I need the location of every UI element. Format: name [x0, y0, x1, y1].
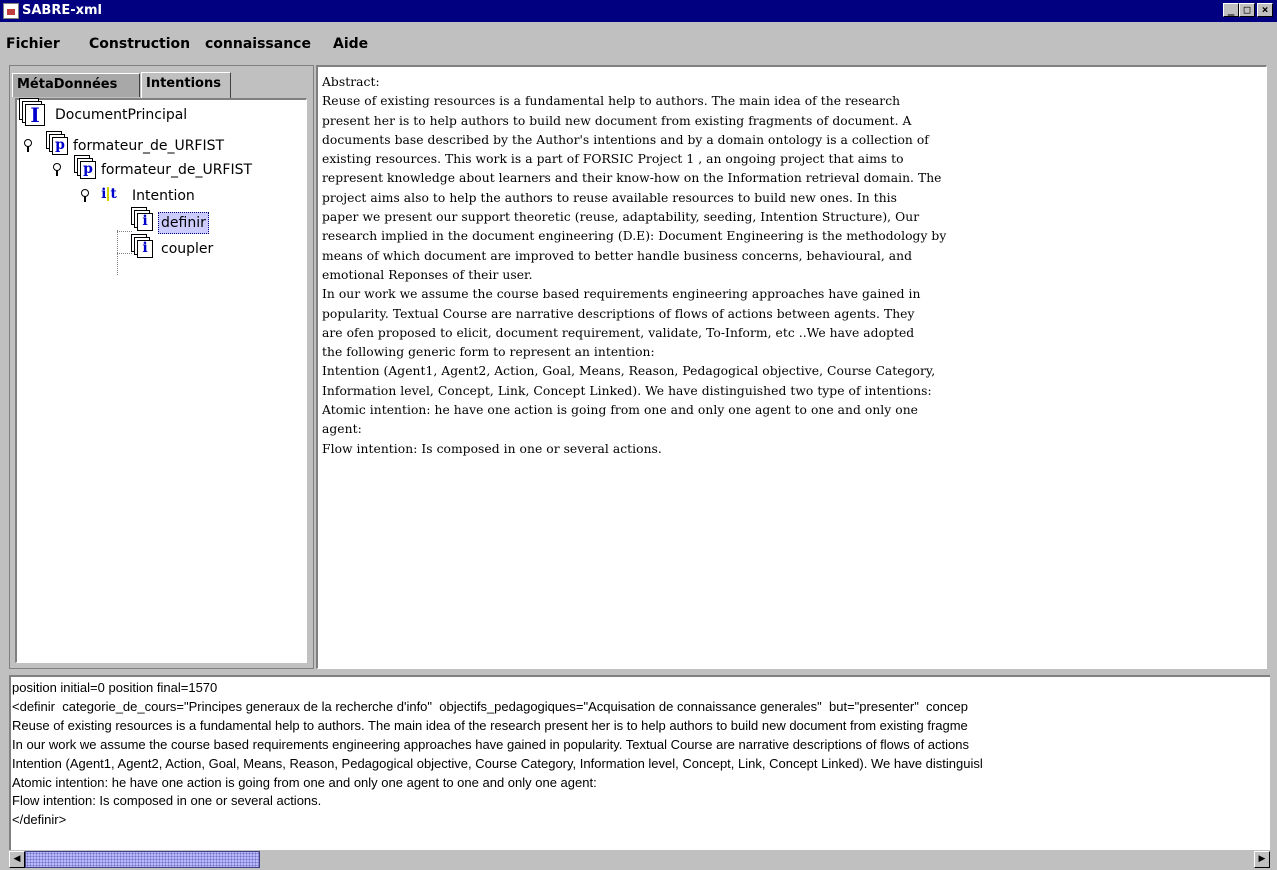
abstract-line: means of which document are improved to …	[322, 248, 913, 263]
tree-node-intention[interactable]: it Intention	[17, 185, 307, 207]
document-icon: I	[25, 104, 45, 126]
scroll-right-icon[interactable]: ▶	[1254, 851, 1270, 868]
horizontal-scrollbar[interactable]: ◀ ▶	[9, 851, 1270, 868]
tab-intentions[interactable]: Intentions	[141, 72, 231, 98]
tree-node-label: Intention	[132, 188, 195, 204]
tree-node-label-selected: definir	[158, 212, 209, 234]
tree-node-definir[interactable]: i definir	[17, 211, 307, 234]
minimize-button[interactable]: _	[1223, 3, 1239, 17]
xml-line: Intention (Agent1, Agent2, Action, Goal,…	[12, 755, 983, 771]
abstract-text-area[interactable]: Abstract: Reuse of existing resources is …	[316, 65, 1267, 669]
scroll-thumb[interactable]	[25, 851, 260, 868]
xml-line: Atomic intention: he have one action is …	[12, 774, 597, 790]
tab-metadonnees[interactable]: MétaDonnées	[12, 73, 140, 97]
abstract-line: agent:	[322, 422, 362, 437]
menu-bar: Fichier Construction connaissance Aide	[0, 22, 1277, 62]
left-panel: MétaDonnées Intentions I DocumentPrincip…	[9, 65, 314, 669]
title-bar: SABRE-xml _ □ ×	[0, 0, 1277, 22]
intentions-tree: I DocumentPrincipal p formateur_de_URFIS…	[15, 98, 307, 663]
tree-node-formateur-1[interactable]: p formateur_de_URFIST	[17, 135, 307, 157]
tree-node-label: formateur_de_URFIST	[101, 162, 253, 178]
abstract-line: existing resources. This work is a part …	[322, 152, 904, 167]
xml-line: position initial=0 position final=1570	[12, 680, 218, 695]
scroll-left-icon[interactable]: ◀	[9, 851, 25, 868]
abstract-line: represent knowledge about learners and t…	[322, 171, 942, 186]
page-icon: p	[52, 137, 68, 155]
xml-output-text: position initial=0 position final=1570 <d…	[12, 679, 983, 830]
abstract-line: paper we present our support theoretic (…	[322, 210, 920, 225]
xml-line: Flow intention: Is composed in one or se…	[12, 793, 322, 809]
expand-key-icon[interactable]	[53, 163, 61, 177]
window-title: SABRE-xml	[22, 3, 103, 18]
abstract-line: In our work we assume the course based r…	[322, 287, 921, 302]
java-cup-icon[interactable]	[3, 3, 19, 19]
page-icon: p	[80, 161, 96, 179]
abstract-line: present her is to help authors to build …	[322, 113, 912, 128]
xml-line: Reuse of existing resources is a fundame…	[12, 717, 968, 733]
tree-node-label: DocumentPrincipal	[55, 107, 188, 123]
abstract-line: documents base described by the Author's…	[322, 132, 929, 147]
abstract-line: project aims also to help the authors to…	[322, 190, 898, 205]
abstract-line: Flow intention: Is composed in one or se…	[322, 441, 662, 456]
maximize-button[interactable]: □	[1239, 3, 1255, 17]
menu-aide[interactable]: Aide	[333, 36, 368, 52]
abstract-line: emotional Reponses of their user.	[322, 267, 533, 282]
abstract-line: are ofen proposed to elicit, document re…	[322, 325, 915, 340]
intention-icon: it	[101, 186, 117, 202]
info-icon: i	[137, 213, 153, 231]
tree-node-formateur-2[interactable]: p formateur_de_URFIST	[17, 159, 307, 181]
xml-line: </definir>	[12, 812, 67, 828]
close-button[interactable]: ×	[1257, 3, 1273, 17]
expand-key-icon[interactable]	[24, 139, 32, 153]
menu-connaissance[interactable]: connaissance	[205, 36, 311, 52]
abstract-line: research implied in the document enginee…	[322, 229, 947, 244]
tree-node-label: formateur_de_URFIST	[73, 138, 225, 154]
info-icon: i	[137, 240, 153, 258]
abstract-line: the following generic form to represent …	[322, 345, 655, 360]
menu-construction[interactable]: Construction	[89, 36, 190, 52]
abstract-line: Abstract:	[322, 75, 380, 89]
expand-key-icon[interactable]	[81, 189, 89, 203]
abstract-line: Intention (Agent1, Agent2, Action, Goal,…	[322, 364, 936, 379]
tree-node-documentprincipal[interactable]: I DocumentPrincipal	[17, 104, 307, 126]
abstract-line: Atomic intention: he have one action is …	[322, 403, 918, 418]
tree-node-coupler[interactable]: i coupler	[17, 238, 307, 260]
xml-line: <definir categorie_de_cours="Principes g…	[12, 698, 968, 714]
abstract-text: Abstract: Reuse of existing resources is …	[322, 73, 1257, 459]
menu-fichier[interactable]: Fichier	[6, 36, 60, 52]
xml-line: In our work we assume the course based r…	[12, 736, 969, 752]
tree-node-label: coupler	[161, 241, 214, 257]
abstract-line: Reuse of existing resources is a fundame…	[322, 94, 901, 109]
xml-output-area[interactable]: position initial=0 position final=1570 <d…	[9, 675, 1270, 850]
abstract-line: Information level, Concept, Link, Concep…	[322, 383, 932, 398]
abstract-line: popularity. Textual Course are narrative…	[322, 306, 915, 321]
